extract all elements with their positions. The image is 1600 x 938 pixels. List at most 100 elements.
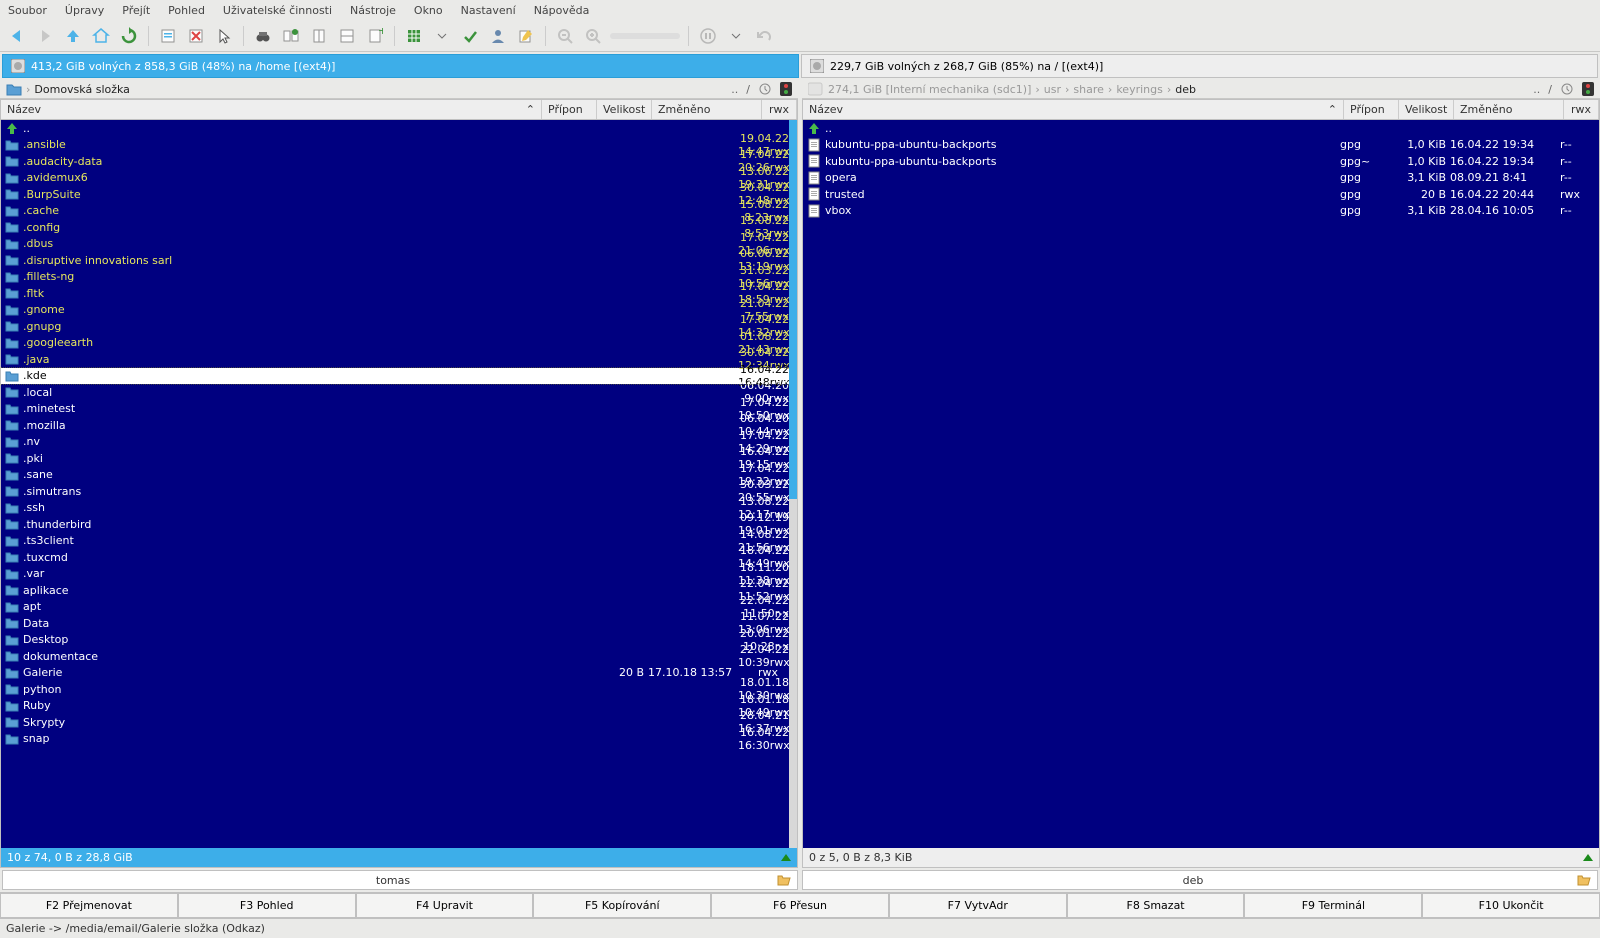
pause-icon[interactable] (697, 25, 719, 47)
fkey[interactable]: F6 Přesun (711, 893, 889, 918)
home-icon[interactable] (90, 25, 112, 47)
file-row[interactable]: .thunderbird09.12.19 19:01rwx (1, 516, 797, 533)
close-doc-icon[interactable] (185, 25, 207, 47)
binoculars-icon[interactable] (252, 25, 274, 47)
col-name[interactable]: Název (809, 103, 843, 116)
col-perm[interactable]: rwx (1564, 100, 1599, 119)
file-row[interactable]: operagpg3,1 KiB08.09.21 8:41r-- (803, 170, 1599, 187)
forward-icon[interactable] (34, 25, 56, 47)
col-ext[interactable]: Přípon (1344, 100, 1399, 119)
fkey[interactable]: F8 Smazat (1067, 893, 1245, 918)
file-row[interactable]: apt22.04.22 11:50r-x (1, 599, 797, 616)
breadcrumb-item[interactable]: share (1073, 83, 1104, 96)
menu-přejít[interactable]: Přejít (122, 4, 150, 17)
breadcrumb-updir[interactable]: .. (1533, 83, 1540, 96)
fkey[interactable]: F3 Pohled (178, 893, 356, 918)
file-row[interactable]: .pki16.04.22 19:15rwx (1, 450, 797, 467)
breadcrumb-updir[interactable]: .. (731, 83, 738, 96)
drive-left[interactable]: 413,2 GiB volných z 858,3 GiB (48%) na /… (2, 54, 799, 78)
expand-icon[interactable] (1583, 854, 1593, 861)
menu-uživatelské činnosti[interactable]: Uživatelské činnosti (223, 4, 332, 17)
edit-icon[interactable] (515, 25, 537, 47)
file-row[interactable]: .mozilla06.04.20 10:44rwx (1, 417, 797, 434)
fkey[interactable]: F9 Terminál (1244, 893, 1422, 918)
up-icon[interactable] (62, 25, 84, 47)
cursor-icon[interactable] (213, 25, 235, 47)
file-row[interactable]: .var18.11.20 11:38rwx (1, 566, 797, 583)
traffic-icon[interactable] (1582, 82, 1594, 96)
col-date[interactable]: Změněno (1454, 100, 1564, 119)
user-icon[interactable] (487, 25, 509, 47)
menu-úpravy[interactable]: Úpravy (65, 4, 104, 17)
file-row[interactable]: .disruptive innovations sarl06.06.22 13:… (1, 252, 797, 269)
file-row[interactable]: .gnupg17.04.22 14:32rwx (1, 318, 797, 335)
breadcrumb-root[interactable]: / (1548, 83, 1552, 96)
file-row[interactable]: .fltk17.04.22 18:59rwx (1, 285, 797, 302)
col-size[interactable]: Velikost (1399, 100, 1454, 119)
check-icon[interactable] (459, 25, 481, 47)
file-row[interactable]: dokumentace22.04.22 10:39rwx (1, 648, 797, 665)
file-row[interactable]: aplikace22.04.22 11:52rwx (1, 582, 797, 599)
col-perm[interactable]: rwx (762, 100, 797, 119)
file-row[interactable]: .BurpSuite30.04.22 12:48rwx (1, 186, 797, 203)
file-row[interactable]: kubuntu-ppa-ubuntu-backportsgpg1,0 KiB16… (803, 137, 1599, 154)
col-size[interactable]: Velikost (597, 100, 652, 119)
breadcrumb-item[interactable]: Domovská složka (34, 83, 130, 96)
col-name[interactable]: Název (7, 103, 41, 116)
breadcrumb-root[interactable]: / (746, 83, 750, 96)
history-icon[interactable] (758, 82, 772, 96)
file-row[interactable]: .googleearth01.08.22 21:43rwx (1, 335, 797, 352)
cmdline-left[interactable]: tomas (2, 870, 798, 890)
menu-pohled[interactable]: Pohled (168, 4, 205, 17)
file-row[interactable]: .sane17.04.22 19:32rwx (1, 467, 797, 484)
file-list-right[interactable]: ..kubuntu-ppa-ubuntu-backportsgpg1,0 KiB… (803, 120, 1599, 848)
file-row[interactable]: vboxgpg3,1 KiB28.04.16 10:05r-- (803, 203, 1599, 220)
file-list-left[interactable]: ...ansible19.04.22 14:47rwx.audacity-dat… (1, 120, 797, 848)
file-row[interactable]: .minetest17.04.22 19:50rwx (1, 401, 797, 418)
file-row[interactable]: .java30.04.22 12:34rwx (1, 351, 797, 368)
breadcrumb-device[interactable]: 274,1 GiB [Interní mechanika (sdc1)] (828, 83, 1031, 96)
reload-icon[interactable] (118, 25, 140, 47)
folder-open-icon[interactable] (1577, 873, 1591, 887)
file-row[interactable]: Data11.07.22 13:06rwx (1, 615, 797, 632)
file-row[interactable]: Skrypty28.04.21 16:37rwx (1, 714, 797, 731)
fkey[interactable]: F2 Přejmenovat (0, 893, 178, 918)
traffic-icon[interactable] (780, 82, 792, 96)
file-row[interactable]: Ruby18.01.18 10:49rwx (1, 698, 797, 715)
breadcrumb-item[interactable]: deb (1175, 83, 1196, 96)
file-row[interactable]: .simutrans30.03.22 20:55rwx (1, 483, 797, 500)
column-header[interactable]: Název⌃ Přípon Velikost Změněno rwx (803, 100, 1599, 120)
cmdline-right[interactable]: deb (802, 870, 1598, 890)
updir-row[interactable]: .. (1, 120, 797, 137)
dropdown2-icon[interactable] (725, 25, 747, 47)
fkey[interactable]: F4 Upravit (356, 893, 534, 918)
updir-row[interactable]: .. (803, 120, 1599, 137)
fkey[interactable]: F5 Kopírování (533, 893, 711, 918)
breadcrumb-item[interactable]: usr (1044, 83, 1061, 96)
column-header[interactable]: Název⌃ Přípon Velikost Změněno rwx (1, 100, 797, 120)
drive-right[interactable]: 229,7 GiB volných z 268,7 GiB (85%) na /… (801, 54, 1598, 78)
file-row[interactable]: .local06.04.20 9:00rwx (1, 384, 797, 401)
split-icon[interactable] (336, 25, 358, 47)
menu-nápověda[interactable]: Nápověda (534, 4, 590, 17)
col-date[interactable]: Změněno (652, 100, 762, 119)
file-row[interactable]: .ansible19.04.22 14:47rwx (1, 137, 797, 154)
file-row[interactable]: python18.01.18 10:30rwx (1, 681, 797, 698)
spreadsheet-icon[interactable] (403, 25, 425, 47)
file-row[interactable]: .kde16.04.22 16:48rwx (1, 368, 797, 385)
fkey[interactable]: F10 Ukončit (1422, 893, 1600, 918)
compare-icon[interactable] (308, 25, 330, 47)
breadcrumb-item[interactable]: keyrings (1116, 83, 1163, 96)
col-ext[interactable]: Přípon (542, 100, 597, 119)
file-row[interactable]: .audacity-data17.04.22 20:26rwx (1, 153, 797, 170)
zoom-in-icon[interactable] (582, 25, 604, 47)
dropdown-icon[interactable] (431, 25, 453, 47)
file-row[interactable]: .ssh13.08.22 12:17rwx (1, 500, 797, 517)
file-row[interactable]: .config15.08.22 8:53rwx (1, 219, 797, 236)
new-doc-icon[interactable]: + (364, 25, 386, 47)
file-row[interactable]: .tuxcmd18.04.22 14:49rwx (1, 549, 797, 566)
menu-nastavení[interactable]: Nastavení (461, 4, 516, 17)
file-row[interactable]: .avidemux613.06.22 19:31rwx (1, 170, 797, 187)
zoom-out-icon[interactable] (554, 25, 576, 47)
file-row[interactable]: .gnome21.04.22 7:55rwx (1, 302, 797, 319)
